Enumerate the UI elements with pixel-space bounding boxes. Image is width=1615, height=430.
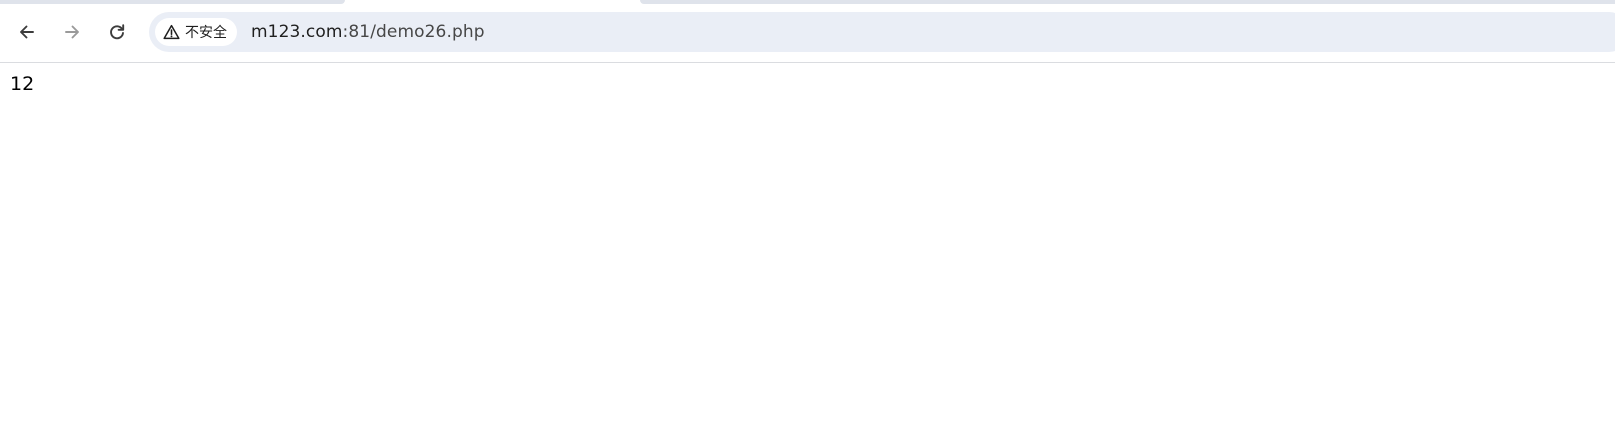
- url-host: m123.com: [251, 22, 343, 42]
- url-path: :81/demo26.php: [342, 22, 485, 42]
- address-bar[interactable]: 不安全 m123.com:81/demo26.php: [149, 12, 1615, 52]
- browser-window: 不安全 m123.com:81/demo26.php 12: [0, 0, 1615, 430]
- arrow-left-icon: [17, 22, 37, 42]
- browser-toolbar: 不安全 m123.com:81/demo26.php: [0, 5, 1615, 63]
- security-indicator[interactable]: 不安全: [155, 18, 237, 46]
- forward-button[interactable]: [54, 14, 90, 50]
- url-field[interactable]: m123.com:81/demo26.php: [251, 12, 485, 52]
- reload-button[interactable]: [99, 14, 135, 50]
- warning-triangle-icon: [163, 24, 180, 40]
- back-button[interactable]: [9, 14, 45, 50]
- security-label: 不安全: [185, 25, 227, 41]
- reload-icon: [107, 22, 127, 42]
- page-output-text: 12: [10, 73, 35, 95]
- tab-right[interactable]: [640, 0, 1615, 4]
- tab-left[interactable]: [0, 0, 345, 4]
- arrow-right-icon: [62, 22, 82, 42]
- page-content: 12: [0, 63, 1615, 430]
